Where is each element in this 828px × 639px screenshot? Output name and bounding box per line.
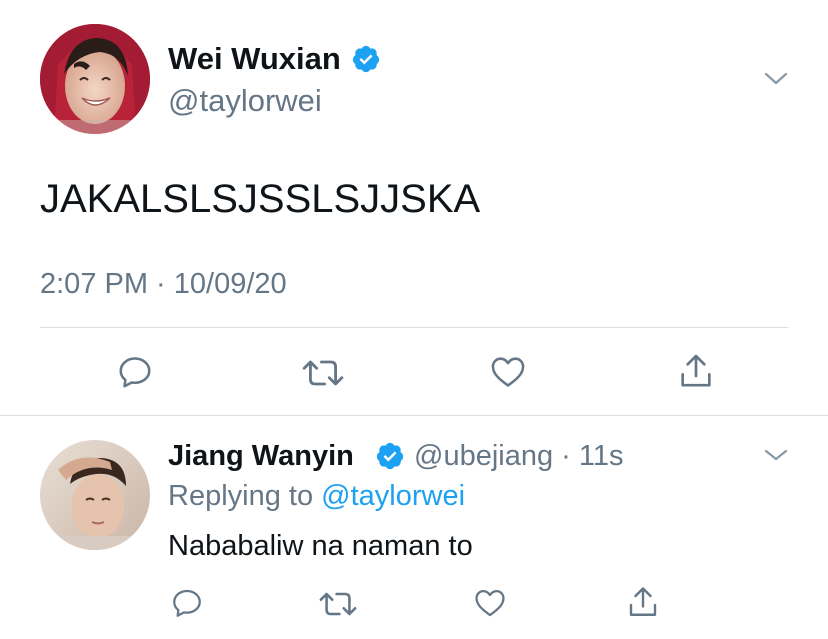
display-name[interactable]: Wei Wuxian: [168, 40, 341, 78]
share-icon[interactable]: [676, 351, 716, 391]
tweet-timestamp[interactable]: 2:07 PM · 10/09/20: [40, 266, 287, 302]
chevron-down-icon[interactable]: [763, 68, 789, 88]
main-tweet: Wei Wuxian @taylorwei JAKALSLSJSSLSJJSKA…: [0, 0, 828, 416]
tweet-text: JAKALSLSJSSLSJJSKA: [40, 177, 481, 221]
divider: [40, 327, 788, 328]
user-handle[interactable]: @taylorwei: [168, 82, 322, 120]
chevron-down-icon[interactable]: [763, 446, 789, 464]
avatar-photo: [40, 24, 150, 134]
verified-badge-icon: [352, 45, 380, 73]
avatar[interactable]: [40, 24, 150, 134]
replying-to-label: Replying to: [168, 480, 314, 512]
reply-avatar[interactable]: [40, 440, 150, 550]
retweet-icon[interactable]: [318, 588, 358, 620]
verified-badge-icon: [376, 442, 404, 470]
reply-handle-time[interactable]: @ubejiang · 11s: [414, 438, 623, 474]
reply-display-name[interactable]: Jiang Wanyin: [168, 438, 354, 474]
replying-to: Replying to @taylorwei: [168, 478, 465, 514]
heart-icon[interactable]: [488, 353, 528, 391]
reply-icon[interactable]: [170, 586, 204, 620]
reply-icon[interactable]: [116, 353, 154, 391]
heart-icon[interactable]: [472, 586, 508, 620]
reply-tweet-text: Nababaliw na naman to: [168, 530, 473, 562]
reply-avatar-photo: [40, 440, 150, 550]
share-icon[interactable]: [625, 584, 661, 620]
retweet-icon[interactable]: [301, 355, 345, 391]
mention-link[interactable]: @taylorwei: [321, 480, 465, 512]
